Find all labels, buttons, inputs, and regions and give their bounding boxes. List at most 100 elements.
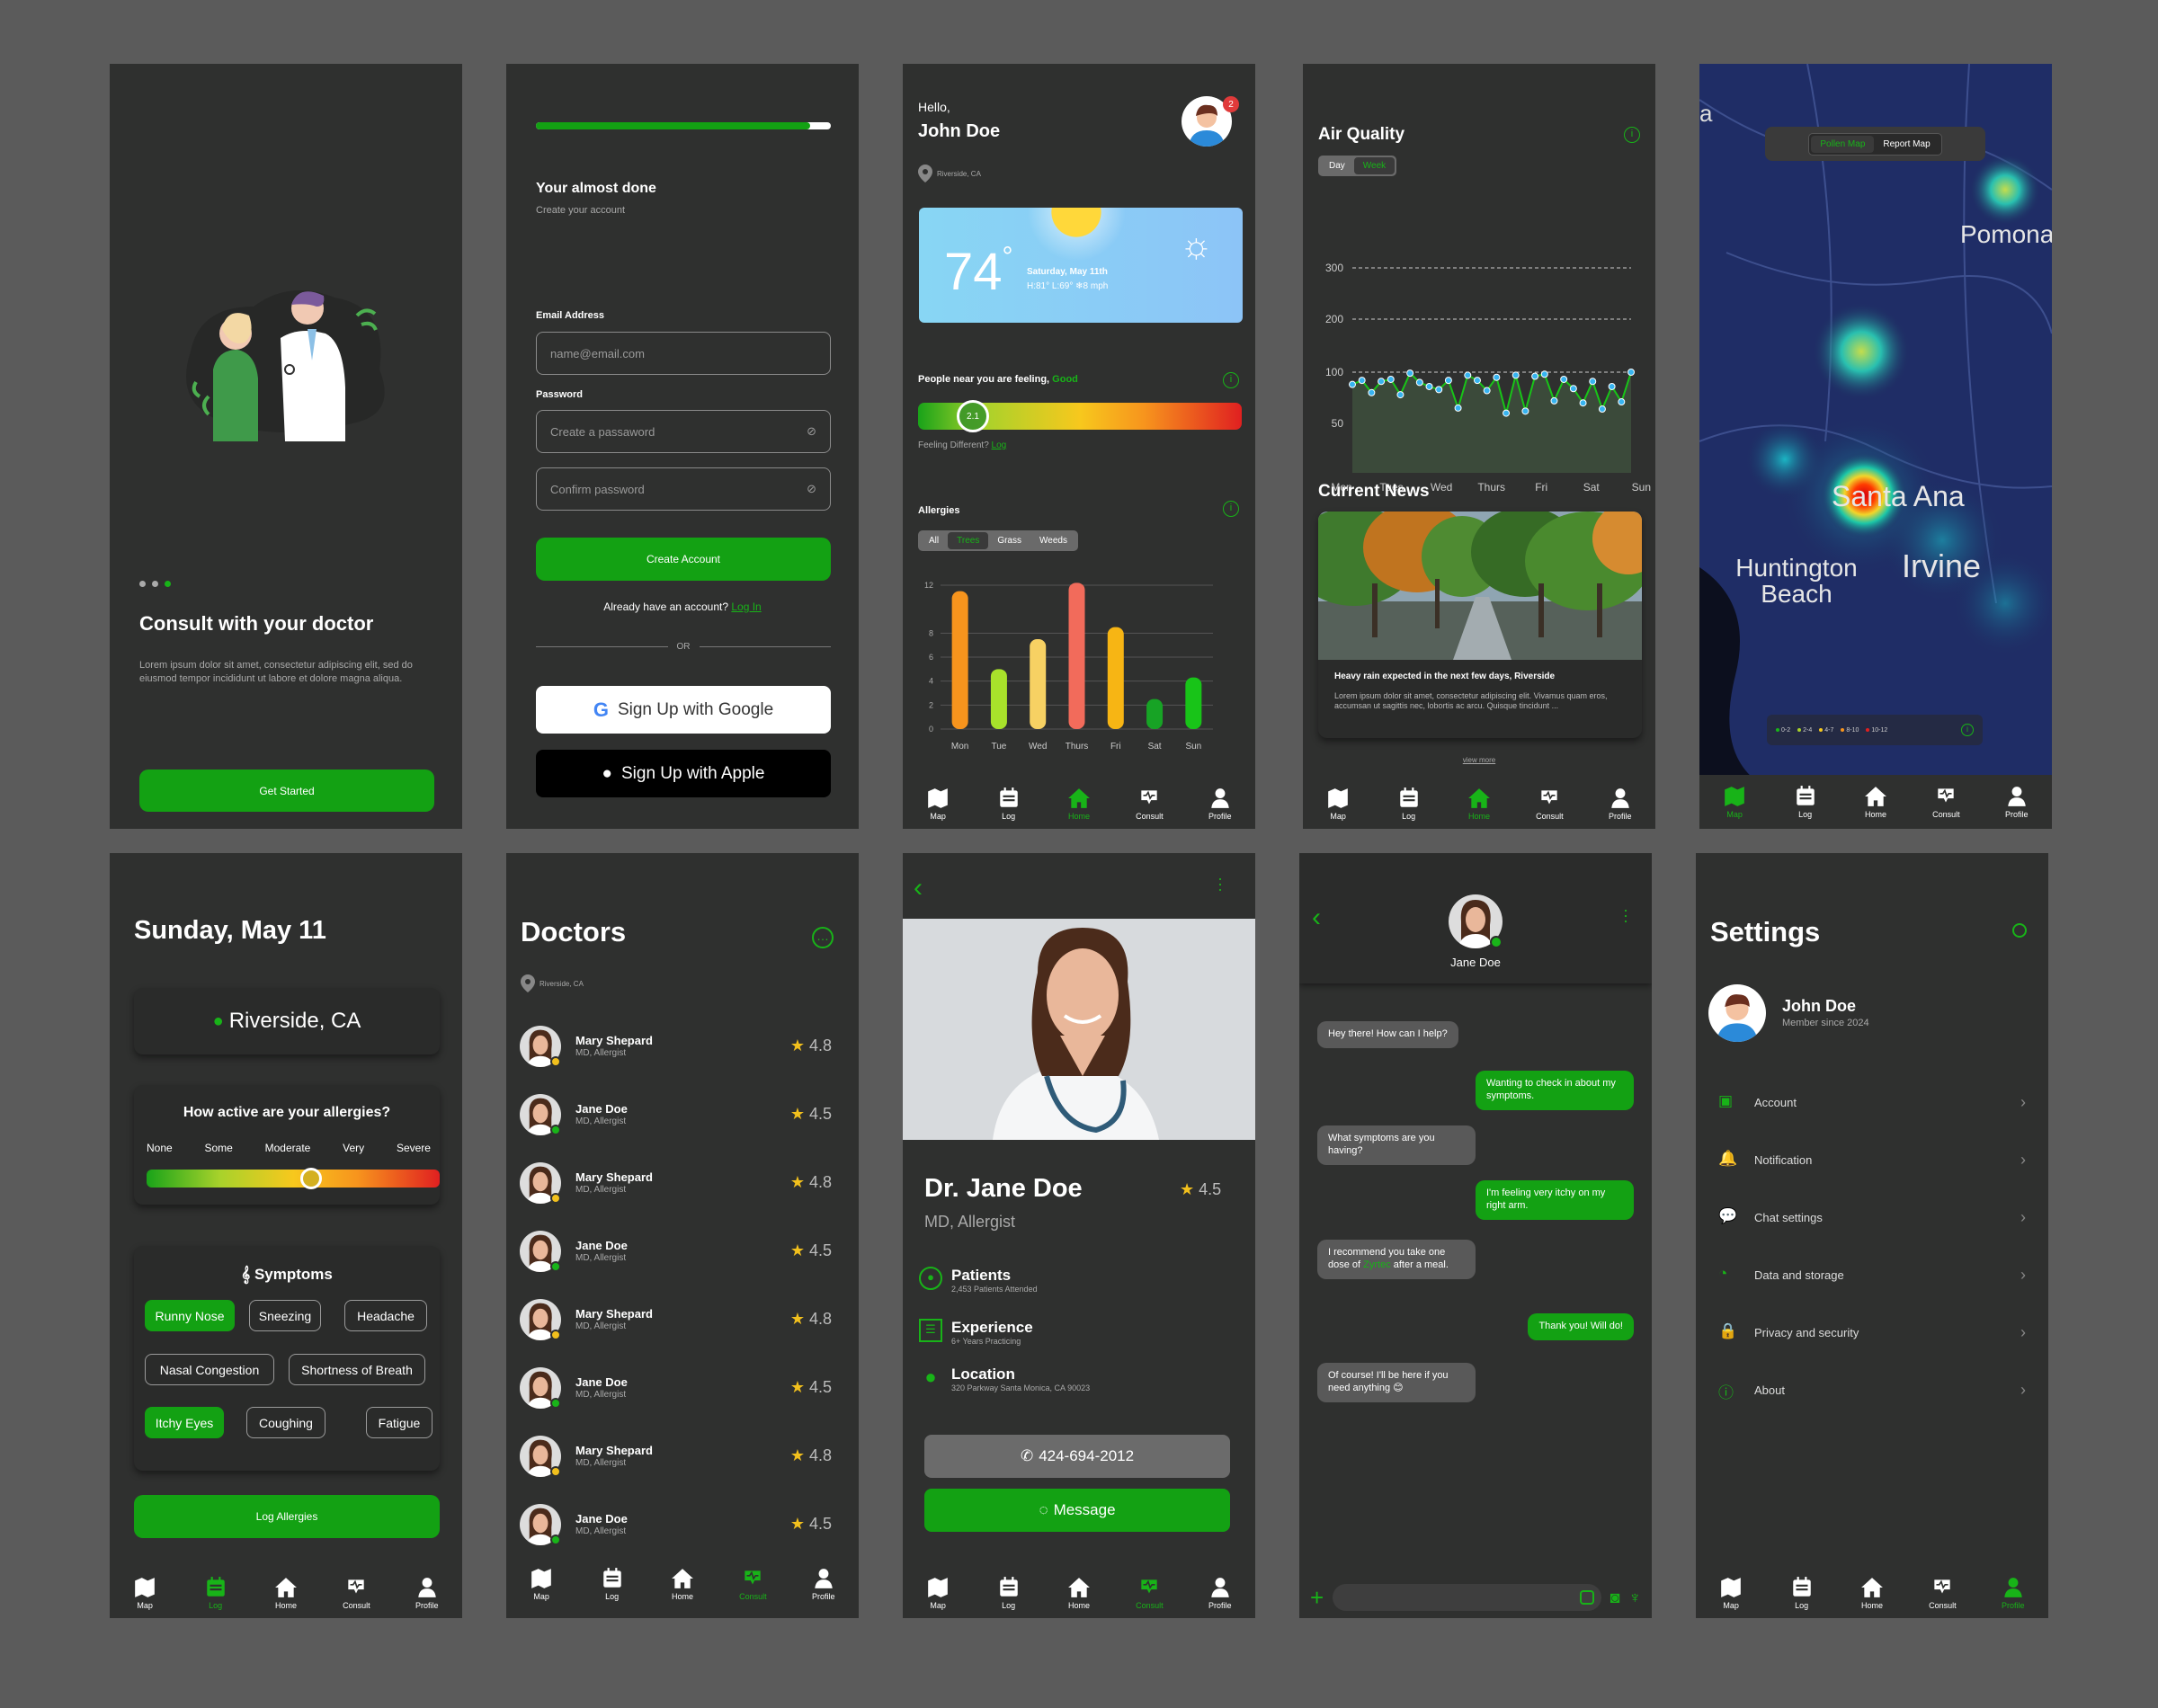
doctor-list-item[interactable]: Jane Doe MD, Allergist ★ 4.5 — [520, 1367, 832, 1421]
nav-profile[interactable]: Profile — [1986, 1576, 2040, 1610]
symptom-chip[interactable]: Runny Nose — [145, 1300, 235, 1331]
camera-icon[interactable]: ◙ — [1610, 1588, 1620, 1607]
info-icon[interactable]: i — [1223, 501, 1239, 517]
nav-log[interactable]: Log — [585, 1567, 639, 1601]
nav-log[interactable]: Log — [982, 1576, 1036, 1610]
nav-home[interactable]: Home — [655, 1567, 709, 1601]
eye-off-icon[interactable]: ⊘ — [807, 424, 816, 439]
nav-consult[interactable]: Consult — [1122, 787, 1176, 821]
location-card[interactable]: ● Riverside, CA — [134, 988, 440, 1054]
user-avatar[interactable] — [1708, 984, 1766, 1042]
info-icon[interactable]: i — [1961, 724, 1974, 736]
nav-map[interactable]: Map — [1704, 1576, 1758, 1610]
nav-map[interactable]: Map — [514, 1567, 568, 1601]
nav-log[interactable]: Log — [982, 787, 1036, 821]
nav-profile[interactable]: Profile — [1193, 1576, 1247, 1610]
eye-off-icon[interactable]: ⊘ — [807, 482, 816, 496]
back-icon[interactable]: ‹ — [1312, 903, 1321, 933]
view-more-link[interactable]: view more — [1303, 756, 1655, 764]
range-tab-week[interactable]: Week — [1353, 157, 1396, 174]
doctor-list-item[interactable]: Jane Doe MD, Allergist ★ 4.5 — [520, 1504, 832, 1558]
doctor-list-item[interactable]: Jane Doe MD, Allergist ★ 4.5 — [520, 1094, 832, 1148]
search-icon[interactable] — [2012, 923, 2027, 938]
nav-map[interactable]: Map — [911, 1576, 965, 1610]
log-link[interactable]: Log — [992, 440, 1007, 450]
allergy-tab-weeds[interactable]: Weeds — [1030, 532, 1076, 549]
nav-consult[interactable]: Consult — [1522, 787, 1576, 821]
nav-log[interactable]: Log — [1775, 1576, 1829, 1610]
symptom-chip[interactable]: Headache — [344, 1300, 427, 1331]
nav-map[interactable]: Map — [1311, 787, 1365, 821]
nav-log[interactable]: Log — [189, 1576, 243, 1610]
symptom-chip[interactable]: Nasal Congestion — [145, 1354, 274, 1385]
nav-consult[interactable]: Consult — [1919, 785, 1973, 819]
login-link[interactable]: Log In — [731, 600, 761, 613]
nav-profile[interactable]: Profile — [797, 1567, 851, 1601]
level-knob[interactable]: 2.1 — [957, 400, 989, 432]
nav-map[interactable]: Map — [118, 1576, 172, 1610]
symptom-chip[interactable]: Shortness of Breath — [289, 1354, 425, 1385]
severity-knob[interactable] — [299, 1168, 322, 1189]
nav-home[interactable]: Home — [1452, 787, 1506, 821]
nav-home[interactable]: Home — [1052, 787, 1106, 821]
call-button[interactable]: ✆ 424-694-2012 — [924, 1435, 1230, 1478]
add-icon[interactable]: + — [1310, 1584, 1324, 1612]
back-icon[interactable]: ‹ — [914, 873, 923, 903]
nav-home[interactable]: Home — [1845, 1576, 1899, 1610]
allergy-tab-all[interactable]: All — [920, 532, 948, 549]
nav-map[interactable]: Map — [911, 787, 965, 821]
get-started-button[interactable]: Get Started — [139, 769, 434, 812]
nav-consult[interactable]: Consult — [726, 1567, 780, 1601]
nav-map[interactable]: Map — [1708, 785, 1761, 819]
create-account-button[interactable]: Create Account — [536, 538, 831, 581]
settings-item-notification[interactable]: 🔔 Notification › — [1718, 1146, 2026, 1173]
nav-profile[interactable]: Profile — [1593, 787, 1647, 821]
nav-log[interactable]: Log — [1382, 787, 1436, 821]
log-allergies-button[interactable]: Log Allergies — [134, 1495, 440, 1538]
more-icon[interactable]: · · · — [1217, 870, 1223, 897]
allergy-tab-trees[interactable]: Trees — [948, 532, 989, 549]
nav-profile[interactable]: Profile — [1990, 785, 2044, 819]
symptom-chip[interactable]: Fatigue — [366, 1407, 432, 1438]
settings-item-chat-settings[interactable]: 💬 Chat settings › — [1718, 1204, 2026, 1231]
info-icon[interactable]: i — [1223, 372, 1239, 388]
nav-consult[interactable]: Consult — [1915, 1576, 1969, 1610]
symptom-chip[interactable]: Sneezing — [249, 1300, 321, 1331]
news-card[interactable]: Heavy rain expected in the next few days… — [1318, 512, 1642, 738]
settings-item-about[interactable]: ⓘ About › — [1718, 1376, 2026, 1403]
doctor-list-item[interactable]: Mary Shepard MD, Allergist ★ 4.8 — [520, 1436, 832, 1490]
nav-home[interactable]: Home — [259, 1576, 313, 1610]
nav-profile[interactable]: Profile — [400, 1576, 454, 1610]
info-icon[interactable]: i — [1624, 127, 1640, 143]
range-tab-day[interactable]: Day — [1320, 157, 1354, 174]
nav-home[interactable]: Home — [1849, 785, 1903, 819]
message-input[interactable] — [1333, 1584, 1601, 1611]
map-tab-report-map[interactable]: Report Map — [1874, 136, 1939, 153]
nav-consult[interactable]: Consult — [1122, 1576, 1176, 1610]
more-icon[interactable]: · · · — [1623, 902, 1628, 929]
google-signup-button[interactable]: G Sign Up with Google — [536, 686, 831, 734]
pager-dots[interactable] — [139, 581, 171, 587]
sticker-icon[interactable] — [1579, 1590, 1594, 1605]
microphone-icon[interactable]: ♆ — [1629, 1588, 1642, 1607]
medication-link[interactable]: Zyrtec — [1363, 1259, 1391, 1270]
confirm-password-field[interactable]: Confirm password ⊘ — [536, 467, 831, 511]
nav-consult[interactable]: Consult — [329, 1576, 383, 1610]
nav-home[interactable]: Home — [1052, 1576, 1106, 1610]
settings-item-privacy-and-security[interactable]: 🔒 Privacy and security › — [1718, 1319, 2026, 1346]
doctor-list-item[interactable]: Mary Shepard MD, Allergist ★ 4.8 — [520, 1299, 832, 1353]
symptom-chip[interactable]: Itchy Eyes — [145, 1407, 224, 1438]
apple-signup-button[interactable]: ● Sign Up with Apple — [536, 750, 831, 797]
message-button[interactable]: ◌ Message — [924, 1489, 1230, 1532]
symptom-chip[interactable]: Coughing — [246, 1407, 325, 1438]
chat-icon[interactable]: … — [812, 927, 834, 948]
password-field[interactable]: Create a passaword ⊘ — [536, 410, 831, 453]
doctor-list-item[interactable]: Mary Shepard MD, Allergist ★ 4.8 — [520, 1162, 832, 1216]
doctor-list-item[interactable]: Jane Doe MD, Allergist ★ 4.5 — [520, 1231, 832, 1285]
settings-item-data-and-storage[interactable]: ◔ Data and storage › — [1718, 1261, 2026, 1288]
settings-item-account[interactable]: ▣ Account › — [1718, 1089, 2026, 1116]
nav-log[interactable]: Log — [1779, 785, 1833, 819]
email-field[interactable]: name@email.com — [536, 332, 831, 375]
allergy-tab-grass[interactable]: Grass — [988, 532, 1030, 549]
nav-profile[interactable]: Profile — [1193, 787, 1247, 821]
